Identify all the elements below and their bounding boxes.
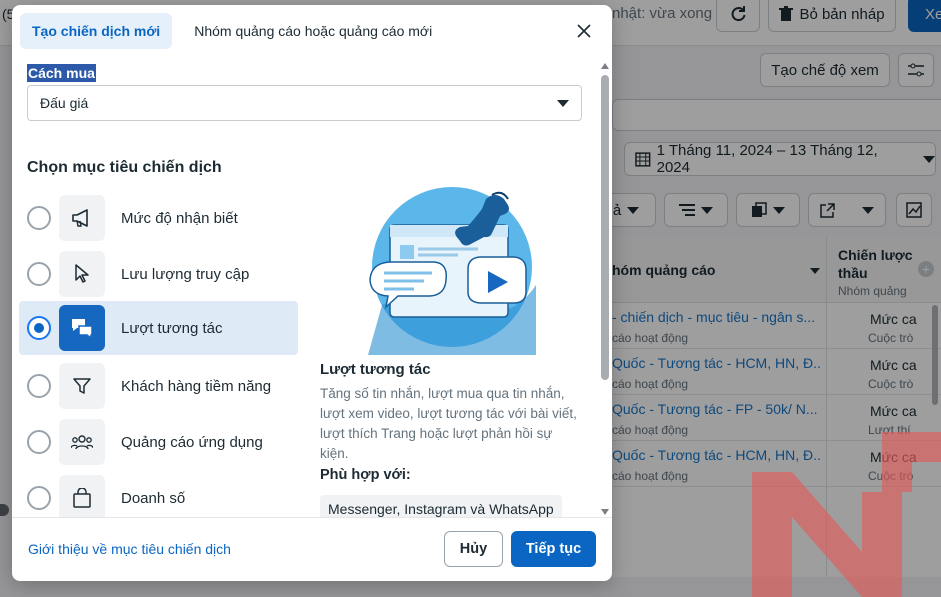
- close-icon: [577, 24, 591, 38]
- objective-label: Lượt tương tác: [121, 319, 223, 337]
- scroll-up-arrow[interactable]: [601, 63, 609, 69]
- objective-traffic[interactable]: Lưu lượng truy cập: [19, 247, 298, 301]
- detail-description: Tăng số tin nhắn, lượt mua qua tin nhắn,…: [320, 386, 577, 461]
- objective-label: Doanh số: [121, 489, 186, 507]
- detail-title: Lượt tương tác: [320, 361, 431, 378]
- tab-new-campaign[interactable]: Tạo chiến dịch mới: [20, 13, 173, 49]
- objective-icon-box: [59, 251, 105, 297]
- objective-icon-box: [59, 195, 105, 241]
- create-campaign-dialog: Tạo chiến dịch mới Nhóm quảng cáo hoặc q…: [12, 5, 612, 581]
- objective-icon-box: [59, 475, 105, 517]
- radio-button[interactable]: [27, 486, 51, 510]
- scroll-down-arrow[interactable]: [601, 509, 609, 515]
- continue-button[interactable]: Tiếp tục: [511, 531, 596, 567]
- objective-icon-box: [59, 305, 105, 351]
- radio-button[interactable]: [27, 206, 51, 230]
- cancel-button[interactable]: Hủy: [444, 531, 503, 567]
- cursor-icon: [75, 264, 89, 283]
- shopping-bag-icon: [73, 488, 91, 508]
- objective-leads[interactable]: Khách hàng tiềm năng: [19, 359, 298, 413]
- buying-type-label: Cách mua: [27, 64, 96, 82]
- dialog-tabs: Tạo chiến dịch mới Nhóm quảng cáo hoặc q…: [20, 13, 444, 49]
- objective-icon-box: [59, 363, 105, 409]
- tab-new-adset-or-ad[interactable]: Nhóm quảng cáo hoặc quảng cáo mới: [182, 13, 444, 49]
- objective-app-promotion[interactable]: Quảng cáo ứng dụng: [19, 415, 298, 469]
- dialog-footer: Giới thiệu về mục tiêu chiến dịch Hủy Ti…: [12, 517, 612, 581]
- close-button[interactable]: [572, 19, 596, 43]
- objective-icon-box: [59, 419, 105, 465]
- objective-label: Quảng cáo ứng dụng: [121, 433, 263, 451]
- engagement-illustration: [368, 187, 536, 355]
- fit-chip: Messenger, Instagram và WhatsApp: [320, 495, 562, 517]
- radio-button[interactable]: [27, 374, 51, 398]
- fit-label: Phù hợp với:: [320, 467, 411, 483]
- objective-sales[interactable]: Doanh số: [19, 471, 298, 517]
- objective-label: Khách hàng tiềm năng: [121, 377, 272, 395]
- dialog-body[interactable]: Cách mua Đấu giá Chọn mục tiêu chiến dịc…: [12, 57, 612, 517]
- radio-button-selected[interactable]: [27, 316, 51, 340]
- megaphone-icon: [72, 209, 88, 227]
- watermark-logo: [752, 432, 941, 597]
- scrollbar-thumb[interactable]: [601, 75, 609, 380]
- people-icon: [71, 435, 93, 450]
- chevron-down-icon: [557, 99, 569, 107]
- objective-awareness[interactable]: Mức độ nhận biết: [19, 191, 298, 245]
- chat-bubbles-icon: [72, 319, 93, 339]
- objective-label: Mức độ nhận biết: [121, 209, 238, 227]
- buying-type-select[interactable]: Đấu giá: [27, 85, 582, 121]
- objective-engagement[interactable]: Lượt tương tác: [19, 301, 298, 355]
- objective-heading: Chọn mục tiêu chiến dịch: [27, 159, 222, 176]
- buying-type-value: Đấu giá: [40, 95, 89, 111]
- funnel-icon: [73, 378, 91, 394]
- objective-label: Lưu lượng truy cập: [121, 265, 250, 283]
- learn-objectives-link[interactable]: Giới thiệu về mục tiêu chiến dịch: [28, 541, 231, 557]
- radio-button[interactable]: [27, 430, 51, 454]
- radio-button[interactable]: [27, 262, 51, 286]
